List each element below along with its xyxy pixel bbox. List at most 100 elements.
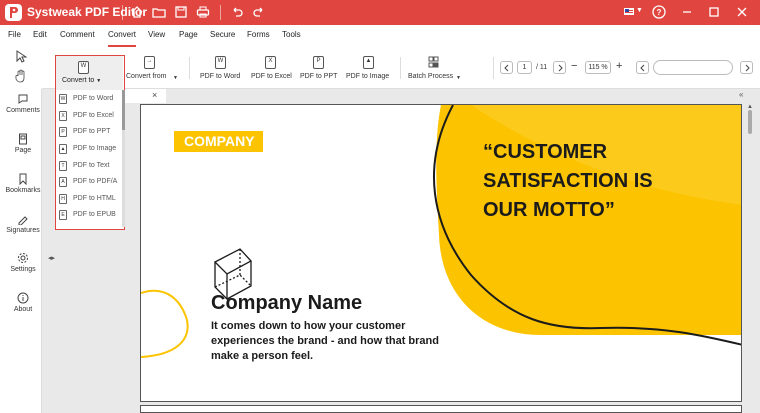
convert-from-label: Convert from [126, 73, 167, 80]
ribbon-divider [189, 57, 190, 79]
ppt-file-icon: P [59, 127, 67, 137]
sidebar-item-settings[interactable]: Settings [0, 252, 46, 273]
slogan-line: “CUSTOMER [483, 141, 608, 163]
zoom-in-button[interactable]: + [616, 60, 622, 72]
convert-to-dropdown: W Convert to ▼ W PDF to Word X PDF to Ex… [55, 55, 125, 230]
pdf-to-image-label: PDF to Image [346, 73, 390, 80]
pdf-to-ppt-button[interactable]: P PDF to PPT [298, 47, 340, 89]
zoom-out-button[interactable]: − [571, 60, 577, 72]
info-icon [17, 292, 29, 304]
search-back-button[interactable] [636, 61, 649, 74]
next-page-button[interactable] [553, 61, 566, 74]
undo-icon[interactable] [228, 3, 246, 21]
app-logo-icon [5, 4, 22, 21]
close-tab-icon[interactable]: × [152, 90, 157, 100]
menu-edit[interactable]: Edit [33, 30, 47, 39]
pdf-to-image-button[interactable]: ▲ PDF to Image [344, 47, 394, 89]
open-folder-icon[interactable] [150, 3, 168, 21]
sidebar-item-signatures[interactable]: Signatures [0, 213, 46, 234]
menu-item-label: PDF to Word [73, 95, 114, 102]
app-window: Systweak PDF Editor ▼ ? File Edit Commen… [0, 0, 760, 413]
comment-icon [18, 94, 28, 104]
menu-comment[interactable]: Comment [60, 30, 95, 39]
scrollbar-thumb[interactable] [748, 110, 752, 134]
chevron-down-icon[interactable]: ▼ [636, 7, 643, 14]
tagline-line: experiences the brand - and how that bra… [211, 335, 439, 347]
menu-convert[interactable]: Convert [108, 30, 136, 39]
menu-page[interactable]: Page [179, 30, 198, 39]
dropdown-scrollbar[interactable] [122, 90, 125, 227]
gear-icon [18, 253, 28, 263]
chevron-down-icon: ▼ [456, 75, 461, 81]
company-label: COMPANY [174, 131, 263, 152]
language-flag-icon[interactable] [624, 8, 634, 15]
pdf-to-excel-button[interactable]: X PDF to Excel [249, 47, 293, 89]
convert-to-label: Convert to ▼ [62, 77, 102, 84]
page-number-input[interactable]: 1 [517, 61, 532, 74]
convert-from-icon: → [144, 56, 155, 69]
tagline-text: It comes down to how your customer exper… [211, 319, 441, 364]
left-sidebar: Comments Page Bookmarks Signatures Setti… [0, 89, 42, 413]
menu-view[interactable]: View [148, 30, 165, 39]
sidebar-item-page[interactable]: Page [0, 133, 46, 154]
title-bar: Systweak PDF Editor ▼ ? [0, 0, 760, 25]
help-icon[interactable]: ? [650, 3, 668, 21]
search-forward-button[interactable] [740, 61, 753, 74]
sidebar-item-comments[interactable]: Comments [0, 93, 46, 114]
maximize-icon[interactable] [705, 3, 723, 21]
menu-tools[interactable]: Tools [282, 30, 301, 39]
word-file-icon: W [59, 94, 67, 104]
zoom-level-input[interactable]: 115 % [585, 61, 611, 74]
image-file-icon: ▲ [59, 144, 67, 154]
home-icon[interactable] [128, 3, 146, 21]
collapse-panel-icon[interactable]: « [739, 90, 743, 99]
menu-item-label: PDF to Text [73, 162, 110, 169]
sidebar-item-about[interactable]: About [0, 292, 46, 313]
slogan-text: “CUSTOMER SATISFACTION IS OUR MOTTO” [483, 138, 723, 225]
menu-item-pdf-to-pdfa[interactable]: A PDF to PDF/A [59, 176, 121, 190]
menu-bar: File Edit Comment Convert View Page Secu… [0, 25, 760, 47]
bookmark-icon [19, 173, 27, 185]
batch-process-icon [428, 56, 439, 69]
menu-item-label: PDF to Image [73, 145, 117, 152]
menu-item-pdf-to-ppt[interactable]: P PDF to PPT [59, 126, 121, 140]
slogan-line: OUR MOTTO” [483, 199, 615, 221]
svg-text:?: ? [657, 8, 662, 17]
save-icon[interactable] [172, 3, 190, 21]
hand-tool-icon[interactable] [15, 69, 27, 88]
sidebar-item-label: Bookmarks [5, 187, 41, 194]
panel-resize-icon[interactable]: ◂▸ [48, 254, 55, 262]
close-icon[interactable] [733, 3, 751, 21]
menu-item-label: PDF to PPT [73, 128, 111, 135]
menu-item-pdf-to-image[interactable]: ▲ PDF to Image [59, 143, 121, 157]
sidebar-item-bookmarks[interactable]: Bookmarks [0, 173, 46, 194]
menu-file[interactable]: File [8, 30, 21, 39]
menu-item-label: PDF to EPUB [73, 211, 116, 218]
convert-to-button[interactable]: W Convert to ▼ [56, 56, 123, 90]
pdf-to-word-button[interactable]: W PDF to Word [197, 47, 243, 89]
pdf-to-ppt-label: PDF to PPT [300, 73, 338, 80]
print-icon[interactable] [194, 3, 212, 21]
redo-icon[interactable] [250, 3, 268, 21]
menu-item-pdf-to-excel[interactable]: X PDF to Excel [59, 110, 121, 124]
vertical-scrollbar[interactable]: ▲ [746, 104, 754, 404]
menu-item-pdf-to-html[interactable]: H PDF to HTML [59, 193, 121, 207]
menu-forms[interactable]: Forms [247, 30, 270, 39]
sidebar-item-label: Page [14, 147, 32, 154]
convert-from-button[interactable]: → Convert from ▼ [124, 47, 179, 89]
batch-process-label: Batch Process [408, 73, 454, 80]
next-pdf-page [140, 405, 742, 413]
prev-page-button[interactable] [500, 61, 513, 74]
search-input[interactable] [653, 60, 733, 75]
menu-item-pdf-to-epub[interactable]: E PDF to EPUB [59, 209, 121, 223]
menu-item-pdf-to-text[interactable]: T PDF to Text [59, 160, 121, 174]
sidebar-item-label: Settings [10, 266, 36, 273]
select-cursor-icon[interactable] [15, 50, 28, 69]
html-file-icon: H [59, 194, 67, 204]
minimize-icon[interactable] [678, 3, 696, 21]
menu-secure[interactable]: Secure [210, 30, 235, 39]
page-icon [19, 133, 27, 145]
batch-process-button[interactable]: Batch Process ▼ [406, 47, 464, 89]
menu-item-pdf-to-word[interactable]: W PDF to Word [59, 93, 121, 107]
title-divider [220, 5, 221, 20]
